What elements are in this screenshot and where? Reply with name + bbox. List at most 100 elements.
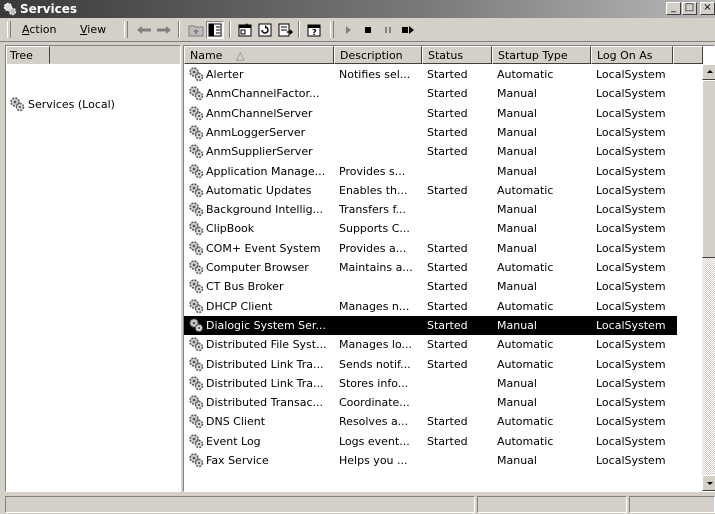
service-gear-icon [189,298,204,313]
cell-startup-type: Automatic [497,299,554,313]
table-row[interactable]: Background Intellig... Transfers f... Manu… [184,200,677,219]
scroll-down-button[interactable] [702,475,715,491]
table-row[interactable]: AnmLoggerServer Started Manual LocalSystem [184,123,677,142]
table-row[interactable]: DNS Client Resolves a... Started Automatic L… [184,412,677,431]
menu-view[interactable]: View [80,23,106,36]
cell-status: Started [427,280,468,294]
table-row[interactable]: DHCP Client Manages n... Started Automatic L… [184,297,677,316]
service-gear-icon [189,163,204,178]
cell-log-on-as: LocalSystem [596,145,666,159]
tree-node-services-local[interactable]: Services (Local) [9,96,115,112]
table-row[interactable]: Fax Service Helps you ... Manual LocalSyste… [184,451,677,470]
refresh-button[interactable] [256,21,274,39]
cell-name: AnmSupplierServer [206,145,313,159]
service-gear-icon [189,67,204,82]
properties-icon [238,23,252,37]
cell-log-on-as: LocalSystem [596,338,666,352]
scroll-up-icon [707,70,713,73]
status-bar [0,494,715,514]
cell-startup-type: Automatic [497,357,554,371]
cell-log-on-as: LocalSystem [596,280,666,294]
table-row[interactable]: Distributed Transac... Coordinate... Manua… [184,393,677,412]
cell-description: Supports C... [339,222,410,236]
cell-startup-type: Manual [497,280,537,294]
vertical-scrollbar[interactable] [702,64,715,491]
close-icon: × [703,2,712,13]
cell-status: Started [427,415,468,429]
cell-name: Application Manage... [206,164,326,178]
cell-description: Notifies sel... [339,68,411,81]
cell-startup-type: Automatic [497,183,554,197]
column-header-status[interactable]: Status [422,46,492,64]
cell-name: Fax Service [206,454,269,467]
table-row[interactable]: Distributed File Syst... Manages lo... Sta… [184,335,677,354]
table-row[interactable]: CT Bus Broker Started Manual LocalSystem [184,277,677,296]
cell-description: Transfers f... [339,203,407,217]
menu-action[interactable]: Action [22,23,56,36]
start-service-button[interactable] [339,21,357,39]
cell-log-on-as: LocalSystem [596,454,666,467]
column-header-startup-type[interactable]: Startup Type [492,46,591,64]
service-gear-icon [189,395,204,410]
table-row[interactable]: COM+ Event System Provides a... Started Man… [184,239,677,258]
cell-name: Distributed Link Tra... [206,357,324,371]
column-header-log-on-as[interactable]: Log On As [591,46,673,64]
maximize-button[interactable]: □ [682,2,697,15]
restart-service-button[interactable] [399,21,417,39]
service-gear-icon [189,183,204,198]
properties-button[interactable] [236,21,254,39]
cell-log-on-as: LocalSystem [596,396,666,410]
cell-startup-type: Automatic [497,338,554,352]
export-list-icon [278,23,293,37]
status-panel-secondary [477,496,627,513]
table-row[interactable]: Event Log Logs event... Started Automatic Lo… [184,432,677,451]
export-list-button[interactable] [276,21,294,39]
service-gear-icon [189,376,204,391]
cell-log-on-as: LocalSystem [596,299,666,313]
cell-name: Distributed Link Tra... [206,376,324,390]
services-app-icon [3,2,17,16]
table-row[interactable]: AnmChannelServer Started Manual LocalSystem [184,104,677,123]
table-row[interactable]: Application Manage... Provides s... Manual… [184,162,677,181]
stop-service-button[interactable] [359,21,377,39]
status-panel-main [5,496,475,513]
column-header-description[interactable]: Description [334,46,422,64]
up-folder-icon [188,25,204,37]
cell-status: Started [427,357,468,371]
forward-button[interactable] [155,21,173,39]
column-header-name[interactable]: Name △ [184,46,334,64]
back-button[interactable] [135,21,153,39]
scroll-thumb[interactable] [702,80,715,258]
services-list[interactable]: Name △ Description Status Startup Type L… [183,45,715,492]
table-row[interactable]: Distributed Link Tra... Stores info... Man… [184,374,677,393]
table-row[interactable]: Automatic Updates Enables th... Started Aut… [184,181,677,200]
table-row[interactable]: Computer Browser Maintains a... Started Aut… [184,258,677,277]
scroll-up-button[interactable] [702,64,715,80]
services-gear-icon [10,97,25,112]
tab-tree[interactable]: Tree [6,46,50,64]
refresh-icon [258,23,272,37]
menu-view-label: iew [87,23,107,36]
cell-status: Started [427,183,468,197]
close-button[interactable]: × [700,2,715,15]
help-button[interactable]: ? [305,21,323,39]
cell-startup-type: Manual [497,222,537,236]
up-folder-button[interactable] [187,21,205,39]
table-row[interactable]: AnmChannelFactor... Started Manual LocalSys… [184,84,677,103]
table-row[interactable]: ClipBook Supports C... Manual LocalSystem [184,219,677,238]
show-tree-icon [208,23,222,37]
pause-service-button[interactable] [379,21,397,39]
table-row[interactable]: Alerter Notifies sel... Started Automatic Lo… [184,65,677,84]
menu-grip [7,21,11,38]
table-row[interactable]: AnmSupplierServer Started Manual LocalSyste… [184,142,677,161]
table-row[interactable]: Distributed Link Tra... Sends notif... Sta… [184,355,677,374]
show-tree-button[interactable] [206,21,224,39]
cell-name: Background Intellig... [206,203,324,217]
cell-name: Distributed File Syst... [206,338,327,352]
cell-status: Started [427,261,468,274]
cell-description: Provides a... [339,241,407,255]
start-service-icon [346,26,351,34]
table-row[interactable]: Dialogic System Ser... Started Manual Local… [184,315,677,335]
tree-pane[interactable]: Tree Services (Local) [5,45,181,492]
minimize-button[interactable]: _ [666,2,681,15]
